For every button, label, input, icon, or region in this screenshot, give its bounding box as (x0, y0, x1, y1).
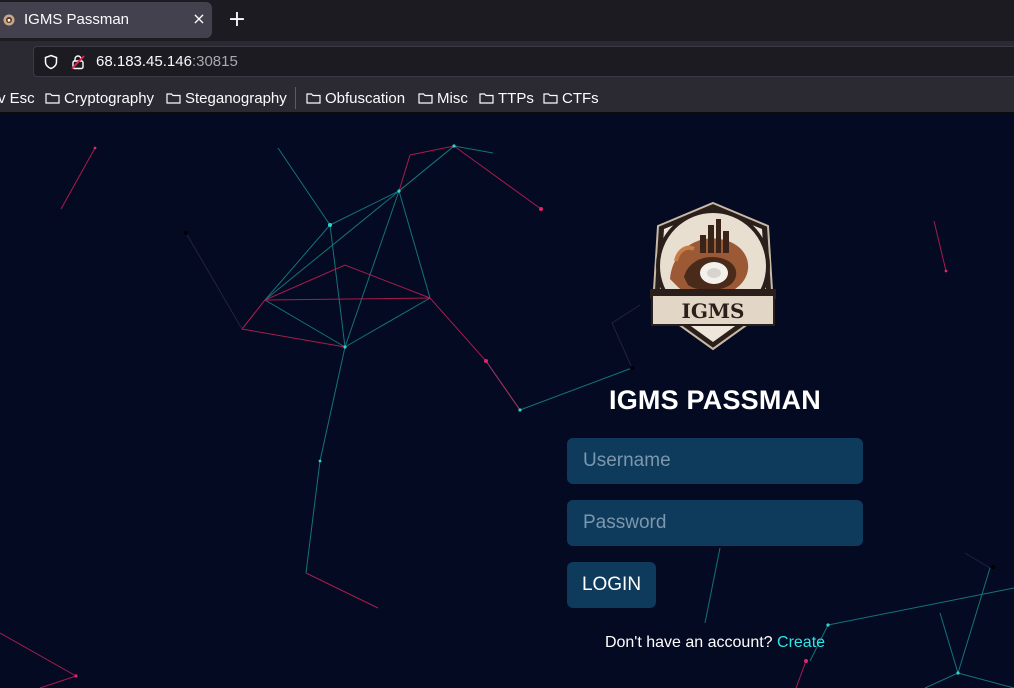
bookmarks-toolbar: v Esc Cryptography Steganography Obfusca… (0, 83, 1014, 113)
bookmark-label: Misc (437, 89, 468, 107)
tracking-shield-icon[interactable] (43, 54, 59, 70)
bookmark-folder-misc[interactable]: Misc (418, 88, 468, 108)
bookmark-folder-cryptography[interactable]: Cryptography (45, 88, 154, 108)
bookmark-label: v Esc (0, 89, 35, 107)
signup-text: Don't have an account? (604, 634, 773, 651)
create-account-link[interactable]: Create (777, 634, 825, 651)
folder-icon (166, 93, 181, 104)
page-title: IGMS PASSMAN (609, 385, 821, 415)
bookmark-folder-ctfs[interactable]: CTFs (543, 88, 599, 108)
folder-icon (306, 93, 321, 104)
bookmark-label: TTPs (498, 89, 534, 107)
username-input[interactable] (567, 438, 863, 484)
folder-icon (45, 93, 60, 104)
bookmark-label: Obfuscation (325, 89, 406, 107)
url-port: :30815 (191, 53, 238, 70)
navigation-toolbar: 68.183.45.146:30815 (0, 41, 1014, 83)
insecure-lock-icon[interactable] (70, 54, 86, 70)
logo-text: IGMS (681, 299, 744, 323)
password-input[interactable] (567, 500, 863, 546)
bookmark-priv-esc[interactable]: v Esc (0, 88, 35, 108)
folder-icon (418, 93, 433, 104)
browser-tab[interactable]: IGMS Passman × (0, 2, 212, 38)
page-viewport: IGMS IGMS PASSMAN LOGIN Don't have an ac… (0, 113, 1014, 688)
signup-prompt: Don't have an account? Create (567, 634, 863, 652)
folder-icon (479, 93, 494, 104)
bookmark-separator (295, 87, 296, 109)
url-host: 68.183.45.146 (96, 53, 192, 70)
url-bar[interactable]: 68.183.45.146:30815 (33, 46, 1014, 77)
tab-title: IGMS Passman (24, 11, 130, 28)
new-tab-button[interactable]: + (226, 7, 248, 33)
tab-close-icon[interactable]: × (190, 9, 208, 29)
bookmark-label: Cryptography (64, 89, 155, 107)
bookmark-label: Steganography (185, 89, 287, 107)
bookmark-label: CTFs (562, 89, 599, 107)
url-text[interactable]: 68.183.45.146:30815 (96, 53, 238, 70)
bookmark-folder-steganography[interactable]: Steganography (166, 88, 287, 108)
tab-strip: IGMS Passman × + (0, 0, 1014, 41)
app-favicon-icon (3, 14, 15, 26)
bookmark-folder-obfuscation[interactable]: Obfuscation (306, 88, 405, 108)
igms-logo: IGMS (650, 201, 776, 351)
folder-icon (543, 93, 558, 104)
login-button[interactable]: LOGIN (567, 562, 656, 608)
bookmark-folder-ttps[interactable]: TTPs (479, 88, 534, 108)
